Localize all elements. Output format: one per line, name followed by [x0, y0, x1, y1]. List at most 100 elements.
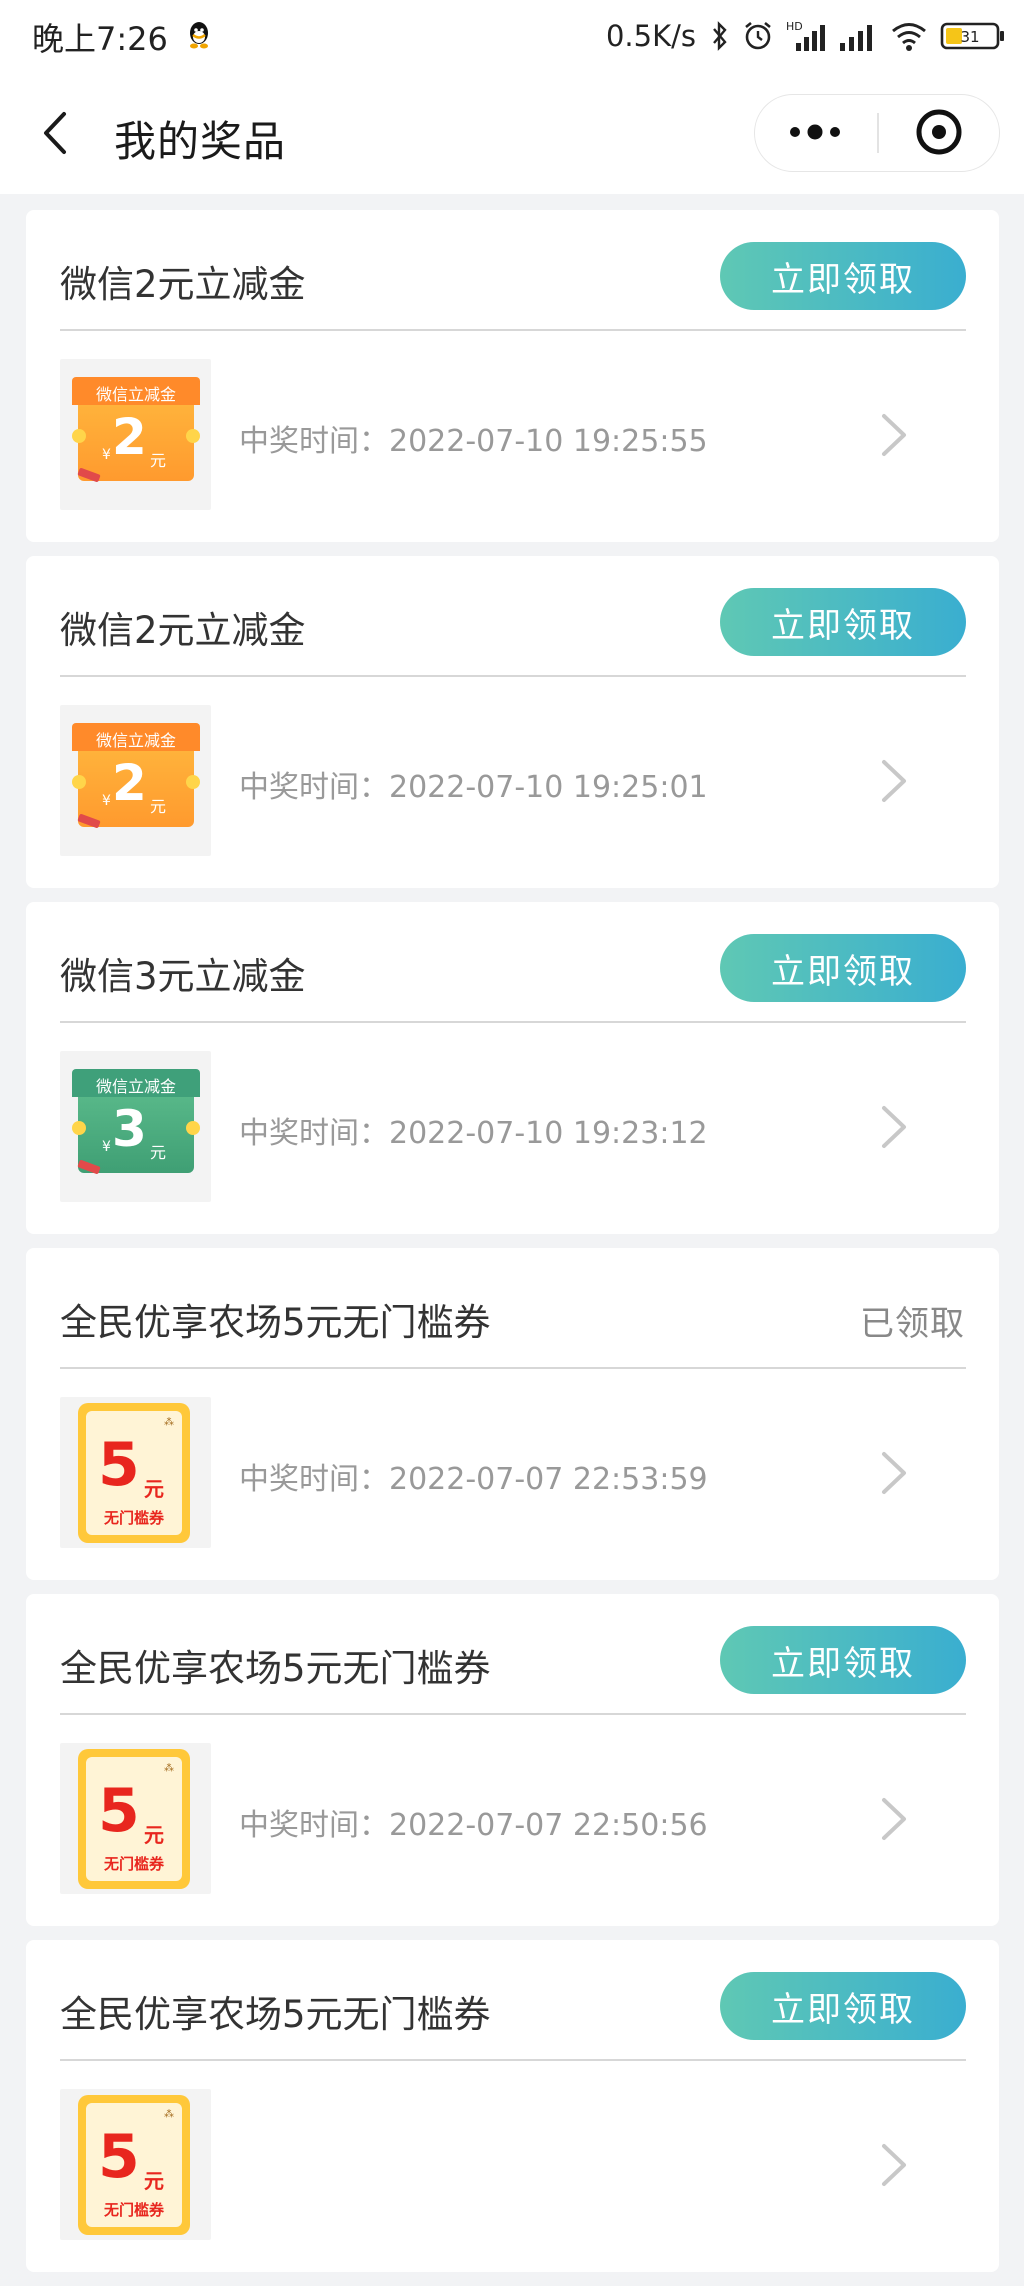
prize-name: 全民优享农场5元无门槛券: [60, 1993, 491, 2036]
prize-card[interactable]: 微信2元立减金 立即领取 微信立减金 ¥2 元 中奖时间：2022-07-10 19…: [26, 210, 999, 542]
voucher-icon: 微信立减金 ¥2 元: [72, 723, 200, 831]
mini-program-close-icon[interactable]: [879, 95, 999, 170]
voucher-amount: 2: [112, 754, 147, 812]
voucher-amount: 5: [98, 1776, 140, 1846]
prize-image: 微信立减金 ¥2 元: [60, 705, 211, 856]
voucher-unit: 元: [150, 451, 167, 470]
voucher-unit: 元: [144, 1477, 164, 1501]
chevron-right-icon[interactable]: [874, 2140, 914, 2190]
farm-brand-mark: ⁂: [164, 2109, 174, 2120]
prize-image: ⁂ 5 元无门槛券: [60, 1397, 211, 1548]
farm-voucher-inner: ⁂ 5 元无门槛券: [86, 2103, 182, 2227]
voucher-label: 无门槛券: [103, 2201, 164, 2219]
voucher-currency: ¥: [102, 447, 111, 463]
chevron-right-icon[interactable]: [874, 756, 914, 806]
voucher-label: 无门槛券: [103, 1855, 164, 1873]
status-time: 晚上7:26: [32, 20, 168, 58]
prize-card[interactable]: 全民优享农场5元无门槛券 立即领取 ⁂ 5 元无门槛券 中奖时间：2022-07-0…: [26, 1594, 999, 1926]
farm-brand-mark: ⁂: [164, 1763, 174, 1774]
card-divider: [60, 675, 966, 677]
page-title: 我的奖品: [114, 117, 287, 166]
voucher-dot: [186, 775, 200, 789]
bluetooth-icon: [713, 21, 727, 51]
signal-icon: [840, 25, 872, 51]
chevron-right-icon[interactable]: [874, 1794, 914, 1844]
prize-name: 微信3元立减金: [60, 955, 306, 998]
net-speed: 0.5K/s: [605, 19, 696, 53]
more-icon[interactable]: [755, 95, 877, 170]
voucher-label: 微信立减金: [95, 385, 176, 404]
prize-card[interactable]: 微信3元立减金 立即领取 微信立减金 ¥3 元 中奖时间：2022-07-10 19…: [26, 902, 999, 1234]
prize-time: 中奖时间：2022-07-10 19:23:12: [239, 1116, 708, 1151]
farm-voucher-icon: ⁂ 5 元无门槛券: [78, 2095, 190, 2235]
prize-time: 中奖时间：2022-07-07 22:53:59: [239, 1462, 708, 1497]
battery-icon: 31: [940, 22, 1004, 50]
prize-time: 中奖时间：2022-07-10 19:25:55: [239, 424, 708, 459]
voucher-dot: [186, 1121, 200, 1135]
farm-voucher-icon: ⁂ 5 元无门槛券: [78, 1403, 190, 1543]
claim-button[interactable]: 立即领取: [720, 242, 966, 310]
voucher-dot: [72, 775, 86, 789]
farm-voucher-inner: ⁂ 5 元无门槛券: [86, 1411, 182, 1535]
nav-bar: 我的奖品: [0, 74, 1024, 194]
svg-text:HD: HD: [786, 20, 803, 33]
qq-icon: [190, 22, 208, 49]
prize-list: 微信2元立减金 立即领取 微信立减金 ¥2 元 中奖时间：2022-07-10 19…: [26, 210, 999, 2286]
prize-image: 微信立减金 ¥3 元: [60, 1051, 211, 1202]
chevron-right-icon[interactable]: [874, 1102, 914, 1152]
prize-image: 微信立减金 ¥2 元: [60, 359, 211, 510]
farm-brand-mark: ⁂: [164, 1417, 174, 1428]
voucher-currency: ¥: [102, 1139, 111, 1155]
claim-button[interactable]: 立即领取: [720, 588, 966, 656]
voucher-unit: 元: [144, 2169, 164, 2193]
card-divider: [60, 1713, 966, 1715]
voucher-unit: 元: [144, 1823, 164, 1847]
voucher-dot: [186, 429, 200, 443]
farm-voucher-icon: ⁂ 5 元无门槛券: [78, 1749, 190, 1889]
voucher-icon: 微信立减金 ¥2 元: [72, 377, 200, 485]
prize-name: 微信2元立减金: [60, 609, 306, 652]
voucher-label: 微信立减金: [95, 1077, 176, 1096]
voucher-icon: 微信立减金 ¥3 元: [72, 1069, 200, 1177]
wifi-icon: [892, 23, 926, 51]
voucher-currency: ¥: [102, 793, 111, 809]
voucher-amount: 5: [98, 2122, 140, 2192]
card-divider: [60, 1367, 966, 1369]
prize-name: 微信2元立减金: [60, 263, 306, 306]
card-divider: [60, 329, 966, 331]
claim-button[interactable]: 立即领取: [720, 1626, 966, 1694]
back-icon[interactable]: [30, 102, 82, 164]
prize-card[interactable]: 全民优享农场5元无门槛券 立即领取 ⁂ 5 元无门槛券: [26, 1940, 999, 2272]
voucher-unit: 元: [150, 1143, 167, 1162]
chevron-right-icon[interactable]: [874, 1448, 914, 1498]
prize-image: ⁂ 5 元无门槛券: [60, 1743, 211, 1894]
card-divider: [60, 2059, 966, 2061]
prize-time: 中奖时间：2022-07-10 19:25:01: [239, 770, 708, 805]
prize-name: 全民优享农场5元无门槛券: [60, 1647, 491, 1690]
voucher-dot: [72, 429, 86, 443]
voucher-label: 无门槛券: [103, 1509, 164, 1527]
chevron-right-icon[interactable]: [874, 410, 914, 460]
alarm-icon: [745, 21, 771, 50]
claimed-status: 已领取: [860, 1304, 965, 1344]
prize-time: 中奖时间：2022-07-07 22:50:56: [239, 1808, 708, 1843]
voucher-amount: 3: [112, 1100, 147, 1158]
mini-program-capsule: [754, 94, 1000, 172]
voucher-amount: 2: [112, 408, 147, 466]
prize-name: 全民优享农场5元无门槛券: [60, 1301, 491, 1344]
voucher-amount: 5: [98, 1430, 140, 1500]
battery-level: 31: [960, 28, 979, 46]
status-icons: 0.5K/s HD 31: [606, 14, 1006, 58]
status-bar: 晚上7:26 0.5K/s HD 31: [0, 0, 1024, 74]
prize-image: ⁂ 5 元无门槛券: [60, 2089, 211, 2240]
voucher-unit: 元: [150, 797, 167, 816]
claim-button[interactable]: 立即领取: [720, 934, 966, 1002]
claim-button[interactable]: 立即领取: [720, 1972, 966, 2040]
prize-card[interactable]: 全民优享农场5元无门槛券 已领取 ⁂ 5 元无门槛券 中奖时间：2022-07-07…: [26, 1248, 999, 1580]
farm-voucher-inner: ⁂ 5 元无门槛券: [86, 1757, 182, 1881]
card-divider: [60, 1021, 966, 1023]
hd-signal-icon: HD: [786, 20, 825, 51]
voucher-label: 微信立减金: [95, 731, 176, 750]
voucher-dot: [72, 1121, 86, 1135]
prize-card[interactable]: 微信2元立减金 立即领取 微信立减金 ¥2 元 中奖时间：2022-07-10 19…: [26, 556, 999, 888]
